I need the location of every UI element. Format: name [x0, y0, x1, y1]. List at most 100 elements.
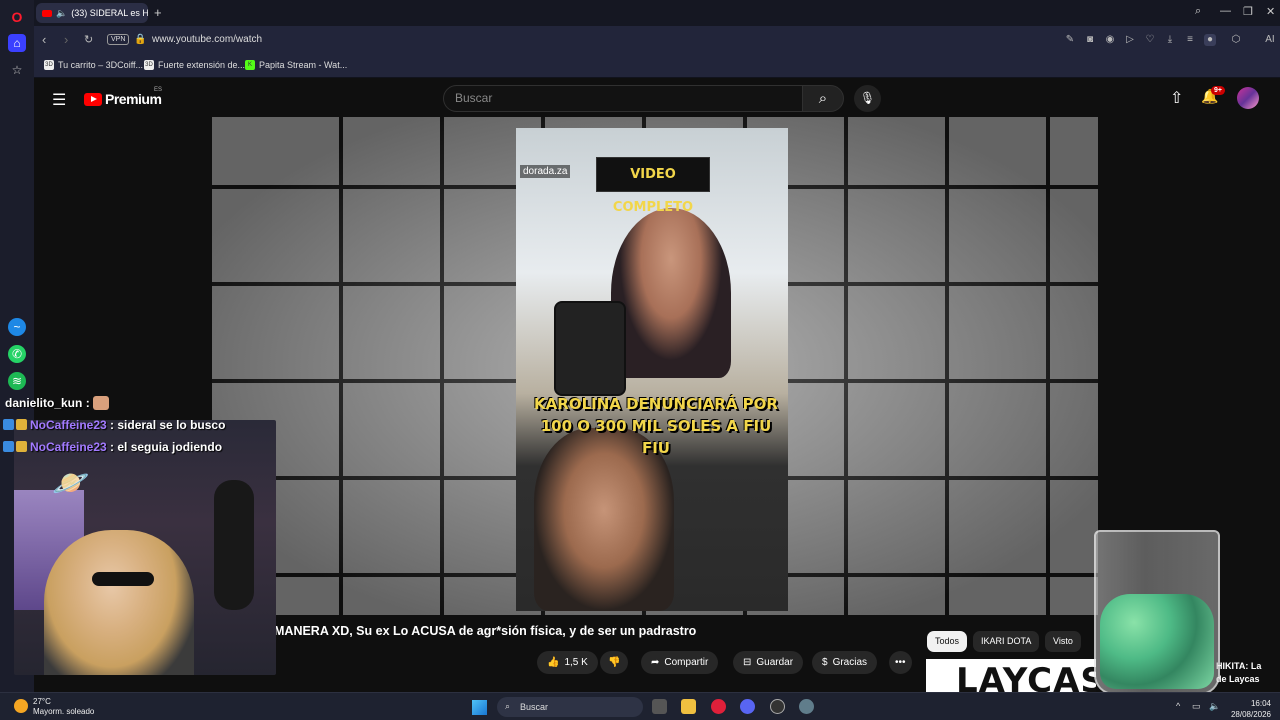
whatsapp-icon[interactable]: ✆: [8, 345, 26, 363]
download-icon[interactable]: ⤓: [1164, 34, 1176, 46]
tab-search-icon[interactable]: ⌕: [1195, 5, 1201, 18]
heart-icon[interactable]: ♡: [1144, 34, 1156, 46]
clock[interactable]: 16:04 28/08/2026: [1225, 698, 1271, 720]
video-phone-image: [554, 301, 626, 396]
bookmark-item[interactable]: 3D Fuerte extensión de...: [144, 60, 245, 70]
save-button[interactable]: ⊟ Guardar: [733, 651, 804, 674]
vpn-badge[interactable]: VPN: [107, 34, 130, 45]
chat-username: NoCaffeine23: [30, 418, 107, 432]
location-icon[interactable]: ◉: [1104, 34, 1116, 46]
taskbar-search-input[interactable]: Buscar: [497, 697, 643, 717]
spotify-icon[interactable]: ≋: [8, 372, 26, 390]
like-button[interactable]: 👍 1,5 K: [537, 651, 598, 674]
bookmarks-bar: 3D Tu carrito – 3DCoiff... 3D Fuerte ext…: [34, 54, 1280, 78]
volume-icon[interactable]: 🔈: [1209, 701, 1220, 712]
chip-watched[interactable]: Visto: [1045, 631, 1081, 652]
hamburger-menu-icon[interactable]: ☰: [52, 90, 66, 110]
chat-message: danielito_kun :: [5, 396, 110, 410]
task-view-icon[interactable]: [652, 699, 667, 714]
chat-text: : el seguia jodiendo: [110, 440, 223, 454]
play-icon[interactable]: ▷: [1124, 34, 1136, 46]
settings-gear-icon[interactable]: [799, 699, 814, 714]
network-icon[interactable]: ▭: [1192, 701, 1201, 712]
new-tab-icon[interactable]: +: [154, 5, 162, 20]
video-title: MANERA XD, Su ex Lo ACUSA de agr*sión fí…: [274, 624, 697, 638]
time: 16:04: [1250, 699, 1271, 708]
back-icon[interactable]: ‹: [42, 32, 46, 47]
obs-icon[interactable]: [770, 699, 785, 714]
chip-all[interactable]: Todos: [927, 631, 968, 652]
caption-line: 100 O 300 MIL SOLES A FIU FIU: [540, 417, 772, 457]
opera-taskbar-icon[interactable]: [711, 699, 726, 714]
edit-icon[interactable]: ✎: [1064, 34, 1076, 46]
home-icon[interactable]: ⌂: [8, 34, 26, 52]
camera-icon[interactable]: ◙: [1084, 34, 1096, 46]
discord-icon[interactable]: [740, 699, 755, 714]
search-input[interactable]: Buscar: [443, 85, 803, 112]
bookmark-item[interactable]: 3D Tu carrito – 3DCoiff...: [44, 60, 143, 70]
maximize-icon[interactable]: ❐: [1243, 5, 1253, 18]
recommended-title[interactable]: HIKITA: La de Laycas: [1216, 660, 1261, 686]
tray-arrow-icon[interactable]: ^: [1176, 701, 1180, 711]
streamer-webcam: 🪐: [14, 420, 276, 675]
active-tab[interactable]: 🔈 (33) SIDERAL es HUM: [36, 3, 148, 23]
bookmark-item[interactable]: K Papita Stream - Wat...: [245, 60, 347, 70]
menu-icon[interactable]: ≡: [1184, 34, 1196, 46]
super-thanks-icon: $: [822, 657, 828, 668]
avatar[interactable]: [1237, 87, 1259, 109]
emote-icon: [93, 396, 110, 410]
url-field[interactable]: www.youtube.com/watch: [152, 34, 262, 45]
profile-icon[interactable]: ●: [1204, 34, 1216, 46]
bookmark-favicon-icon: K: [245, 60, 255, 70]
star-icon[interactable]: ☆: [8, 61, 26, 79]
upload-icon[interactable]: ⇧: [1170, 88, 1183, 108]
messenger-icon[interactable]: ~: [8, 318, 26, 336]
thanks-label: Gracias: [832, 657, 868, 668]
recommended-thumbnail[interactable]: LAYCAS: [926, 659, 1096, 692]
forward-icon[interactable]: ›: [64, 32, 68, 47]
streamer-image: [44, 530, 194, 675]
video-player[interactable]: dorada.za VIDEO COMPLETO KAROLINA DENUNC…: [212, 117, 1098, 615]
sunglasses-image: [92, 572, 154, 586]
speaker-icon[interactable]: 🔈: [56, 8, 67, 19]
taskbar: 27°C Mayorm. soleado Buscar ⌕ ^ ▭ 🔈 16:0…: [0, 692, 1280, 720]
youtube-logo[interactable]: Premium: [84, 91, 162, 107]
windows-start-icon[interactable]: [472, 700, 487, 715]
thanks-button[interactable]: $ Gracias: [812, 651, 878, 674]
video-caption: KAROLINA DENUNCIARÁ POR 100 O 300 MIL SO…: [526, 393, 786, 459]
saturn-icon: 🪐: [52, 467, 90, 500]
glass-overlay: [1094, 530, 1220, 695]
more-actions-icon[interactable]: •••: [889, 651, 912, 674]
badge-icon: [3, 441, 14, 452]
logo-text: Premium: [105, 91, 162, 107]
microphone-icon[interactable]: 🎙: [854, 85, 881, 112]
video-woman-image: [611, 208, 731, 378]
thumbs-up-icon: 👍: [547, 657, 560, 668]
close-icon[interactable]: ✕: [1266, 5, 1275, 18]
channel-watermark: dorada.za: [520, 165, 571, 178]
thumbs-down-icon: 👎: [608, 657, 621, 668]
chat-username: danielito_kun: [5, 396, 83, 410]
bookmark-label: Tu carrito – 3DCoiff...: [58, 60, 144, 70]
bookmark-favicon-icon: 3D: [144, 60, 154, 70]
bookmark-icon: ⊟: [743, 657, 752, 668]
youtube-favicon-icon: [42, 9, 52, 17]
temperature: 27°C: [33, 697, 51, 706]
lock-icon[interactable]: 🔒: [134, 34, 146, 45]
aria-ai-button[interactable]: AI: [1260, 34, 1280, 46]
opera-logo-icon[interactable]: O: [8, 8, 26, 26]
bookmark-favicon-icon: 3D: [44, 60, 54, 70]
dislike-button[interactable]: 👎: [600, 651, 629, 674]
youtube-play-icon: [84, 92, 102, 106]
youtube-header: ☰ Premium ES Buscar ⌕ 🎙 ⇧ 🔔 9+: [34, 78, 1280, 118]
share-button[interactable]: ➦ Compartir: [641, 651, 719, 674]
tab-title: (33) SIDERAL es HUM: [71, 8, 148, 18]
reload-icon[interactable]: ↻: [84, 33, 93, 46]
search-icon[interactable]: ⌕: [802, 85, 844, 112]
bookmark-label: Fuerte extensión de...: [158, 60, 246, 70]
extensions-icon[interactable]: ⬡: [1230, 34, 1242, 46]
chip-ikari-dota[interactable]: IKARI DOTA: [973, 631, 1040, 652]
weather-widget[interactable]: 27°C Mayorm. soleado: [33, 697, 94, 717]
file-explorer-icon[interactable]: [681, 699, 696, 714]
minimize-icon[interactable]: —: [1220, 5, 1231, 17]
